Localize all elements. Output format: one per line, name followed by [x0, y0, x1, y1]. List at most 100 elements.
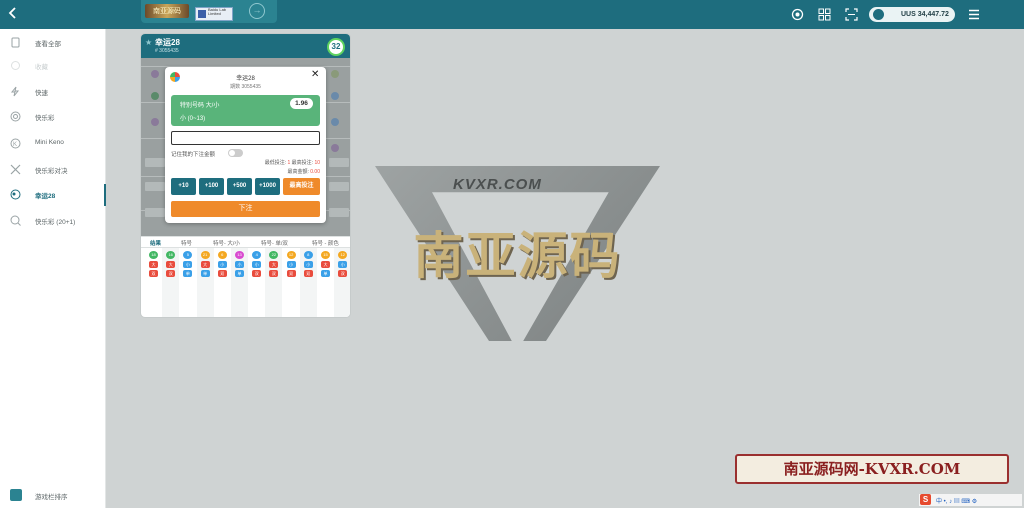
- bet-limits: 最低投注: 1 最高投注: 10: [165, 159, 320, 166]
- tab-special-size[interactable]: 特号- 大/小: [213, 239, 240, 247]
- sidebar-item-label: 快乐彩: [35, 115, 55, 122]
- balance-pill[interactable]: UUS 34,447.72: [869, 7, 955, 22]
- selection-label: 特别号码 大/小: [180, 103, 220, 109]
- sort-icon: [10, 489, 22, 501]
- sidebar-item-favorites: 收藏: [0, 55, 106, 77]
- history-parity-badge: 双: [338, 270, 348, 277]
- sidebar-item-lucky28[interactable]: 幸运28: [0, 184, 106, 206]
- keno-icon: K: [10, 138, 21, 149]
- game-title: 幸运28: [155, 38, 180, 47]
- bet-slip-modal: 幸运28 期数 3055435 ✕ 特别号码 大/小 小 (0~13) 1.96…: [165, 67, 326, 223]
- versus-icon: [10, 164, 21, 175]
- history-parity-badge: 双: [252, 270, 262, 277]
- banner-arrow-right-icon[interactable]: →: [249, 3, 265, 19]
- sidebar-item-happy[interactable]: 快乐彩: [0, 106, 106, 128]
- close-icon[interactable]: ✕: [311, 70, 319, 80]
- grid-icon[interactable]: [818, 8, 831, 21]
- history-column: 16 大双: [162, 248, 180, 317]
- sidebar-item-label: 幸运28: [35, 193, 56, 200]
- sidebar-item-label: Mini Keno: [35, 139, 64, 146]
- settings-icon[interactable]: [791, 8, 804, 21]
- scan-icon[interactable]: [845, 8, 858, 21]
- history-size-badge: 小: [217, 261, 227, 268]
- result-tabs: 结果 特号 特号- 大/小 特号- 单/双 特号 - 颜色: [141, 236, 350, 248]
- tab-special-parity[interactable]: 特号- 单/双: [261, 239, 288, 247]
- sidebar-item-label: 快速: [35, 90, 48, 97]
- back-chevron-left-icon[interactable]: [8, 6, 18, 23]
- history-parity-badge: 单: [200, 270, 210, 277]
- remember-amount-toggle[interactable]: [228, 149, 243, 157]
- sidebar-item-happy-20-1[interactable]: 快乐彩 (20+1): [0, 210, 106, 232]
- history-number-ball: 12: [338, 251, 348, 259]
- history-parity-badge: 单: [183, 270, 193, 277]
- banner-logo: 南亚源码: [145, 4, 189, 18]
- history-number-ball: 12: [286, 251, 296, 259]
- history-column: 22 大双: [265, 248, 283, 317]
- watermark-site: KVXR.COM: [453, 176, 542, 193]
- sidebar-item-all[interactable]: 查看全部: [0, 32, 106, 54]
- result-history: 18 大双 16 大双 5 小单 21 大单 6 小双 13 小单 4 小双 22 大双 12 小双 8 小双 15 大单…: [141, 248, 350, 317]
- history-size-badge: 大: [269, 261, 279, 268]
- menu-icon[interactable]: [968, 9, 980, 22]
- selection-value: 小 (0~13): [180, 116, 206, 122]
- sidebar-item-versus[interactable]: 快乐彩对决: [0, 159, 106, 181]
- sidebar-item-fast[interactable]: 快速: [0, 81, 106, 103]
- ime-logo-icon[interactable]: S: [920, 494, 931, 505]
- remember-amount-label: 记住我的下注金额: [171, 152, 216, 158]
- lightning-icon: [10, 86, 21, 97]
- history-number-ball: 15: [321, 251, 330, 259]
- history-size-badge: 小: [183, 261, 193, 268]
- history-column: 12 小双: [283, 248, 300, 317]
- history-number-ball: 6: [217, 251, 227, 259]
- history-parity-badge: 双: [166, 270, 176, 277]
- watermark: KVXR.COM 南亚源码: [375, 166, 660, 341]
- history-parity-badge: 双: [269, 270, 279, 277]
- watermark-title: 南亚源码: [413, 227, 622, 285]
- favorite-star-icon[interactable]: ★: [145, 38, 152, 47]
- history-column: 6 小双: [214, 248, 231, 317]
- tab-results[interactable]: 结果: [150, 239, 161, 247]
- banner-partner-logo: Baidu Lab Limited: [195, 7, 233, 21]
- lucky-icon: [10, 189, 21, 200]
- max-bet-button[interactable]: 最高投注: [283, 178, 320, 195]
- lottery-icon: [10, 111, 21, 122]
- chip-100-button[interactable]: +100: [199, 178, 224, 195]
- history-column: 8 小双: [299, 248, 317, 317]
- chip-10-button[interactable]: +10: [171, 178, 196, 195]
- history-column: 21 大单: [196, 248, 214, 317]
- user-icon: [873, 9, 884, 20]
- game-round: # 3055435: [155, 48, 179, 54]
- history-number-ball: 21: [200, 251, 210, 259]
- ime-toolbar: S 中 •, ♪ ▤ ⌨ ⚙: [919, 494, 1022, 506]
- svg-text:K: K: [13, 142, 17, 148]
- top-bar: 南亚源码 Baidu Lab Limited → UUS 34,447.72: [0, 0, 1024, 29]
- chip-1000-button[interactable]: +1000: [255, 178, 280, 195]
- sidebar-item-label: 快乐彩对决: [35, 168, 68, 175]
- max-bet-label: 最高投注:: [290, 160, 315, 166]
- history-size-badge: 小: [252, 261, 262, 268]
- bet-amount-input[interactable]: [171, 131, 320, 145]
- history-size-badge: 小: [338, 261, 348, 268]
- sidebar-item-minikeno[interactable]: K Mini Keno: [0, 133, 106, 155]
- star-icon: [10, 60, 21, 71]
- ime-tray-text[interactable]: 中 •, ♪ ▤ ⌨ ⚙: [936, 496, 977, 505]
- modal-round: 期数 3055435: [230, 84, 261, 90]
- history-number-ball: 16: [166, 251, 176, 259]
- tab-special[interactable]: 特号: [181, 239, 192, 247]
- odds-badge: 1.96: [290, 98, 313, 109]
- history-number-ball: 13: [235, 251, 244, 259]
- history-parity-badge: 双: [286, 270, 296, 277]
- promo-banner[interactable]: 南亚源码 Baidu Lab Limited →: [141, 0, 277, 23]
- history-size-badge: 大: [200, 261, 210, 268]
- max-win-value: 0.00: [310, 169, 320, 175]
- sidebar-sort-label: 游戏栏排序: [35, 494, 68, 501]
- place-bet-button[interactable]: 下注: [171, 201, 320, 217]
- history-size-badge: 大: [321, 261, 330, 268]
- history-number-ball: 18: [149, 251, 158, 259]
- history-size-badge: 大: [166, 261, 176, 268]
- sidebar-sort-games[interactable]: 游戏栏排序: [0, 485, 106, 507]
- tab-special-color[interactable]: 特号 - 颜色: [312, 239, 339, 247]
- history-number-ball: 4: [252, 251, 262, 259]
- history-parity-badge: 双: [303, 270, 313, 277]
- chip-500-button[interactable]: +500: [227, 178, 252, 195]
